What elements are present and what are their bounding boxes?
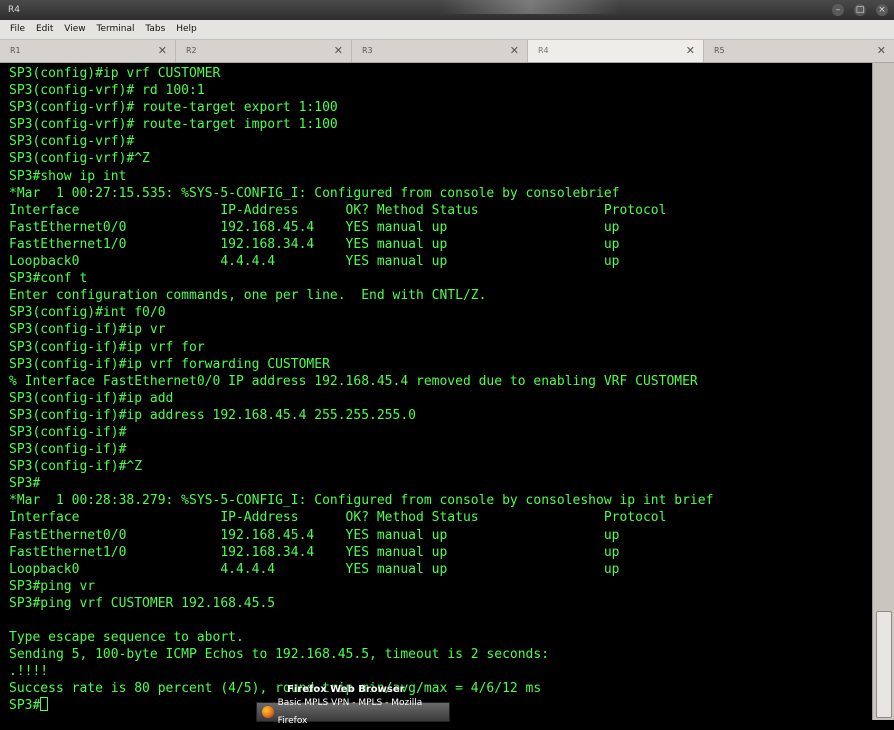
maximize-button[interactable]: □	[854, 4, 866, 16]
terminal-line: SP3(config-vrf)# route-target export 1:1…	[9, 100, 338, 116]
terminal-line: Type escape sequence to abort.	[9, 630, 244, 646]
terminal-prompt: SP3#	[9, 698, 41, 714]
terminal-line: Interface IP-Address OK? Method Status P…	[9, 202, 667, 218]
tab-r1[interactable]: R1 ✕	[0, 40, 176, 62]
terminal-line: FastEthernet1/0 192.168.34.4 YES manual …	[9, 236, 620, 252]
terminal-line: *Mar 1 00:27:15.535: %SYS-5-CONFIG_I: Co…	[9, 185, 620, 201]
terminal-lines: SP3(config)#ip vrf CUSTOMER SP3(config-vr…	[9, 65, 713, 715]
tab-label: R5	[714, 46, 725, 55]
terminal-line: SP3(config-if)#ip address 192.168.45.4 2…	[9, 407, 416, 423]
taskbar-firefox-button[interactable]: Basic MPLS VPN - MPLS - Mozilla Firefox	[256, 698, 450, 726]
terminal-line: SP3#ping vrf CUSTOMER 192.168.45.5	[9, 595, 276, 611]
window-titlebar: R4 – □ ×	[0, 0, 894, 20]
menu-bar: File Edit View Terminal Tabs Help	[0, 20, 894, 40]
terminal-line: SP3#	[9, 476, 41, 492]
window-controls: – □ ×	[832, 0, 888, 20]
terminal-line: SP3#show ip int	[9, 168, 127, 184]
terminal-line: Loopback0 4.4.4.4 YES manual up up	[9, 254, 620, 270]
window-title: R4	[8, 5, 20, 15]
terminal-line: SP3(config-vrf)#^Z	[9, 151, 150, 167]
terminal-scrollbar[interactable]	[872, 63, 894, 720]
terminal-line: *Mar 1 00:28:38.279: %SYS-5-CONFIG_I: Co…	[9, 493, 714, 509]
menu-tabs[interactable]: Tabs	[141, 20, 169, 39]
terminal-line: SP3(config)#ip vrf CUSTOMER	[9, 66, 221, 81]
terminal-line: SP3(config-if)#ip add	[9, 390, 174, 406]
terminal-line: SP3(config-if)#	[9, 442, 127, 458]
terminal-line: SP3(config-vrf)#	[9, 134, 135, 150]
menu-view[interactable]: View	[60, 20, 89, 39]
terminal-line: SP3(config-if)#ip vrf for	[9, 339, 205, 355]
terminal-line: SP3(config-if)#ip vr	[9, 322, 166, 338]
tab-bar: R1 ✕ R2 ✕ R3 ✕ R4 ✕ R5 ✕	[0, 40, 894, 63]
tab-close-icon[interactable]: ✕	[510, 40, 519, 62]
terminal-line: FastEthernet1/0 192.168.34.4 YES manual …	[9, 544, 620, 560]
terminal-line: Enter configuration commands, one per li…	[9, 288, 487, 304]
firefox-icon	[262, 706, 274, 718]
terminal-line: FastEthernet0/0 192.168.45.4 YES manual …	[9, 527, 620, 543]
tab-r5[interactable]: R5 ✕	[704, 40, 894, 62]
terminal-line: SP3(config)#int f0/0	[9, 305, 166, 321]
tab-close-icon[interactable]: ✕	[686, 40, 695, 62]
terminal-line: SP3(config-vrf)# rd 100:1	[9, 83, 205, 99]
close-button[interactable]: ×	[876, 4, 888, 16]
tab-close-icon[interactable]: ✕	[877, 40, 886, 62]
tab-label: R2	[186, 46, 197, 55]
menu-terminal[interactable]: Terminal	[92, 20, 138, 39]
menu-help[interactable]: Help	[172, 20, 201, 39]
terminal-line: SP3(config-vrf)# route-target import 1:1…	[9, 117, 338, 133]
terminal-output[interactable]: SP3(config)#ip vrf CUSTOMER SP3(config-vr…	[0, 63, 872, 720]
terminal-line: .!!!!	[9, 664, 49, 680]
tab-close-icon[interactable]: ✕	[334, 40, 343, 62]
scrollbar-thumb[interactable]	[876, 611, 892, 718]
tab-label: R3	[362, 46, 373, 55]
terminal-line: SP3#ping vr	[9, 578, 96, 594]
terminal-line: Sending 5, 100-byte ICMP Echos to 192.16…	[9, 647, 550, 663]
tab-label: R1	[10, 46, 21, 55]
terminal-line: Interface IP-Address OK? Method Status P…	[9, 510, 667, 526]
tab-r4[interactable]: R4 ✕	[528, 40, 704, 62]
tab-label: R4	[538, 46, 549, 55]
terminal-line: Loopback0 4.4.4.4 YES manual up up	[9, 561, 620, 577]
terminal-line: SP3(config-if)#ip vrf forwarding CUSTOME…	[9, 356, 330, 372]
minimize-button[interactable]: –	[832, 4, 844, 16]
terminal-line: % Interface FastEthernet0/0 IP address 1…	[9, 373, 698, 389]
terminal-line: SP3#conf t	[9, 271, 88, 287]
terminal-line: SP3(config-if)#	[9, 424, 127, 440]
tab-r3[interactable]: R3 ✕	[352, 40, 528, 62]
tab-close-icon[interactable]: ✕	[158, 40, 167, 62]
terminal-line: SP3(config-if)#^Z	[9, 459, 143, 475]
tab-r2[interactable]: R2 ✕	[176, 40, 352, 62]
background-glow	[440, 0, 620, 14]
cursor-icon	[40, 697, 49, 712]
menu-file[interactable]: File	[6, 20, 29, 39]
terminal-line: FastEthernet0/0 192.168.45.4 YES manual …	[9, 219, 620, 235]
menu-edit[interactable]: Edit	[32, 20, 57, 39]
taskbar-button-label: Basic MPLS VPN - MPLS - Mozilla Firefox	[277, 698, 423, 726]
